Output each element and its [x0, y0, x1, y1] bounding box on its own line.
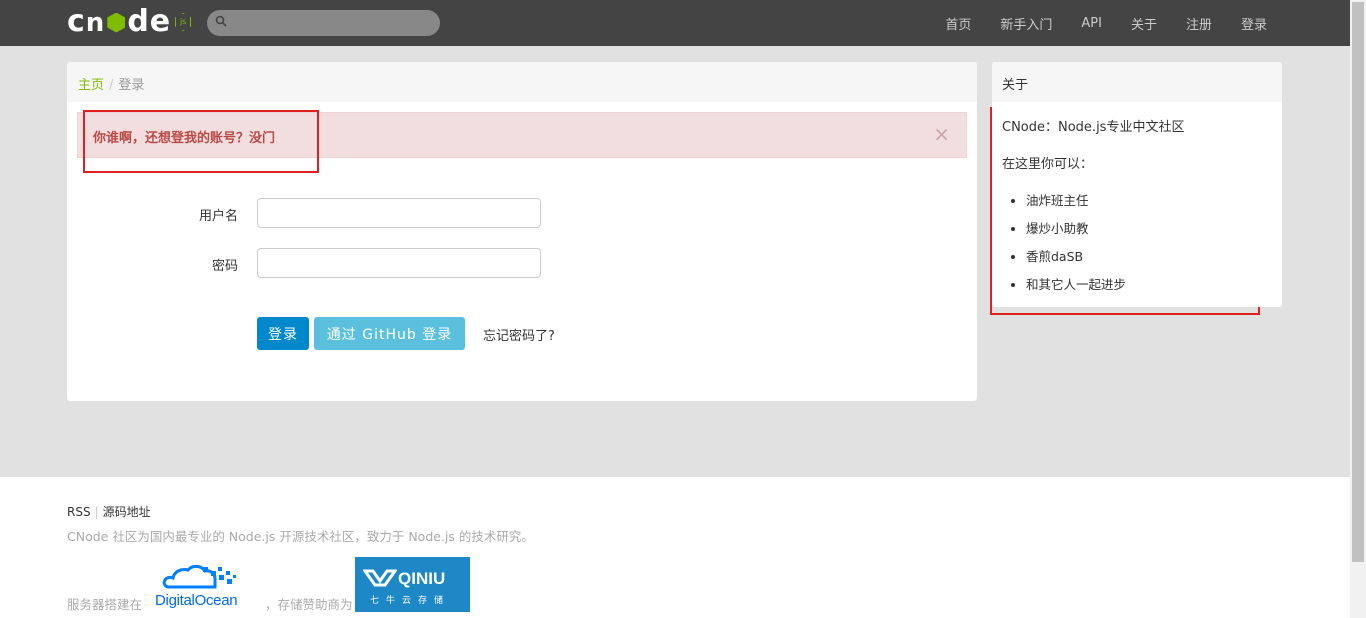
footer-separator: |: [94, 505, 99, 519]
sidebar-body: CNode：Node.js专业中文社区 在这里你可以： 油炸班主任 爆炒小助教 …: [992, 102, 1282, 316]
cnode-logo[interactable]: cn de js: [67, 4, 192, 39]
password-field[interactable]: [257, 248, 541, 278]
scrollbar-thumb[interactable]: [1352, 2, 1364, 562]
nav-links: 首页 新手入门 API 关于 注册 登录: [916, 0, 1267, 46]
sidebar-subtitle: 在这里你可以：: [1002, 157, 1094, 172]
qiniu-name: QINIU: [398, 569, 446, 588]
nav-api-link[interactable]: API: [1081, 16, 1102, 31]
hosted-on-text: 服务器搭建在: [67, 597, 143, 612]
login-button[interactable]: 登录: [257, 317, 309, 350]
footer: RSS | 源码地址 CNode 社区为国内最专业的 Node.js 开源技术社区，…: [0, 477, 1350, 618]
page-scrollbar[interactable]: [1350, 0, 1366, 618]
username-field[interactable]: [257, 198, 541, 228]
list-item: 和其它人一起进步: [1026, 274, 1272, 293]
password-row: 密码: [67, 248, 238, 278]
sidebar-title: 关于: [992, 62, 1282, 102]
sidebar-list: 油炸班主任 爆炒小助教 香煎daSB 和其它人一起进步: [1002, 190, 1272, 293]
list-item: 油炸班主任: [1026, 190, 1272, 209]
nav-about-link[interactable]: 关于: [1131, 14, 1157, 33]
nav-signin-link[interactable]: 登录: [1241, 14, 1267, 33]
logo-text: cn de: [67, 4, 172, 39]
search-input[interactable]: [233, 13, 433, 33]
breadcrumb-current: 登录: [118, 78, 145, 93]
username-row: 用户名: [67, 198, 238, 228]
breadcrumb-separator: /: [109, 78, 114, 93]
source-link[interactable]: 源码地址: [103, 505, 151, 519]
qiniu-subtitle: 七牛云存储: [370, 596, 451, 606]
alert-highlight-box: [83, 110, 319, 173]
search-icon: [215, 15, 227, 27]
qiniu-logo[interactable]: QINIU 七牛云存储: [355, 557, 470, 612]
username-label: 用户名: [198, 209, 238, 224]
nav-home-link[interactable]: 首页: [945, 14, 971, 33]
search-box[interactable]: [207, 10, 440, 36]
nav-getstart-link[interactable]: 新手入门: [1000, 14, 1052, 33]
footer-description: CNode 社区为国内最专业的 Node.js 开源技术社区，致力于 Node.…: [67, 529, 534, 544]
close-icon[interactable]: ×: [933, 122, 950, 146]
rss-link[interactable]: RSS: [67, 505, 91, 519]
github-login-button[interactable]: 通过 GitHub 登录: [314, 317, 465, 350]
breadcrumb: 主页 / 登录: [67, 62, 977, 102]
digitalocean-logo[interactable]: DigitalOcean: [155, 592, 238, 609]
logo-js-badge: js: [175, 13, 192, 31]
nav-signup-link[interactable]: 注册: [1186, 14, 1212, 33]
hexagon-icon: [107, 12, 126, 33]
sponsor-text: ，存储赞助商为: [265, 597, 353, 612]
sidebar-intro: CNode：Node.js专业中文社区: [1002, 120, 1185, 135]
list-item: 爆炒小助教: [1026, 218, 1272, 237]
top-navbar: cn de js 首页 新手入门 API 关于 注册 登录: [0, 0, 1350, 46]
qiniu-icon: [363, 569, 397, 587]
password-label: 密码: [211, 259, 238, 274]
breadcrumb-home-link[interactable]: 主页: [78, 78, 104, 93]
forgot-password-link[interactable]: 忘记密码了?: [483, 325, 555, 344]
footer-links: RSS | 源码地址: [67, 503, 151, 520]
about-sidebar: 关于 CNode：Node.js专业中文社区 在这里你可以： 油炸班主任 爆炒小…: [992, 62, 1282, 307]
list-item: 香煎daSB: [1026, 246, 1272, 265]
